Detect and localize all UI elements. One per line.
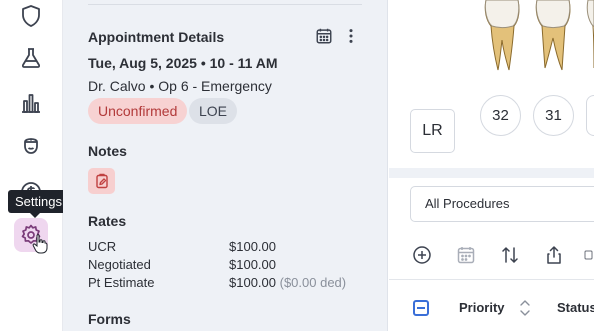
rate-label-negotiated: Negotiated (88, 257, 151, 272)
divider (88, 4, 362, 5)
column-header-priority[interactable]: Priority (459, 300, 505, 315)
sort-icon[interactable] (519, 298, 531, 318)
left-sidebar (0, 0, 63, 331)
tooth-30-partial-image[interactable] (584, 0, 594, 72)
add-circle-icon[interactable] (411, 244, 433, 266)
settings-tooltip: Settings (8, 190, 69, 218)
appointment-date-time: Tue, Aug 5, 2025 • 10 - 11 AM (88, 55, 278, 71)
rate-value-negotiated: $100.00 (229, 257, 276, 272)
select-all-checkbox[interactable] (413, 300, 429, 316)
rate-value-pt-estimate: $100.00 ($0.00 ded) (229, 275, 347, 290)
tooth-32-image[interactable] (482, 0, 522, 72)
rate-label-pt-estimate: Pt Estimate (88, 275, 155, 290)
hand-cursor-icon (32, 234, 48, 254)
rates-title: Rates (88, 213, 127, 229)
tooth-number-31[interactable]: 31 (533, 95, 574, 136)
rate-label-ucr: UCR (88, 239, 117, 254)
forms-title: Forms (88, 311, 131, 327)
deductible-note: ($0.00 ded) (276, 275, 347, 290)
more-vertical-icon[interactable] (341, 26, 361, 46)
nurse-icon[interactable] (17, 132, 45, 160)
quadrant-label-lr[interactable]: LR (410, 109, 455, 153)
tooth-number-partial[interactable] (586, 95, 594, 136)
column-header-status[interactable]: Status (557, 300, 594, 315)
tooth-31-image[interactable] (533, 0, 573, 72)
chart-bars-icon[interactable] (17, 89, 45, 117)
sort-order-icon[interactable] (499, 244, 521, 266)
calendar-icon[interactable] (314, 26, 334, 46)
tooth-number-32[interactable]: 32 (480, 95, 521, 136)
section-divider-band (389, 168, 594, 178)
clipboard-edit-icon (95, 173, 108, 189)
flask-icon[interactable] (17, 44, 45, 72)
document-icon[interactable] (584, 244, 594, 266)
add-note-button[interactable] (88, 168, 115, 194)
share-upload-icon[interactable] (543, 244, 565, 266)
notes-title: Notes (88, 143, 127, 159)
appointment-provider: Dr. Calvo • Op 6 - Emergency (88, 78, 272, 94)
status-badge-unconfirmed[interactable]: Unconfirmed (88, 98, 188, 124)
appointment-details-title: Appointment Details (88, 29, 225, 45)
status-badge-loe[interactable]: LOE (189, 98, 238, 124)
calendar-icon[interactable] (455, 244, 477, 266)
procedures-filter-dropdown[interactable]: All Procedures (410, 186, 594, 222)
shield-icon[interactable] (17, 2, 45, 30)
rate-value-ucr: $100.00 (229, 239, 276, 254)
